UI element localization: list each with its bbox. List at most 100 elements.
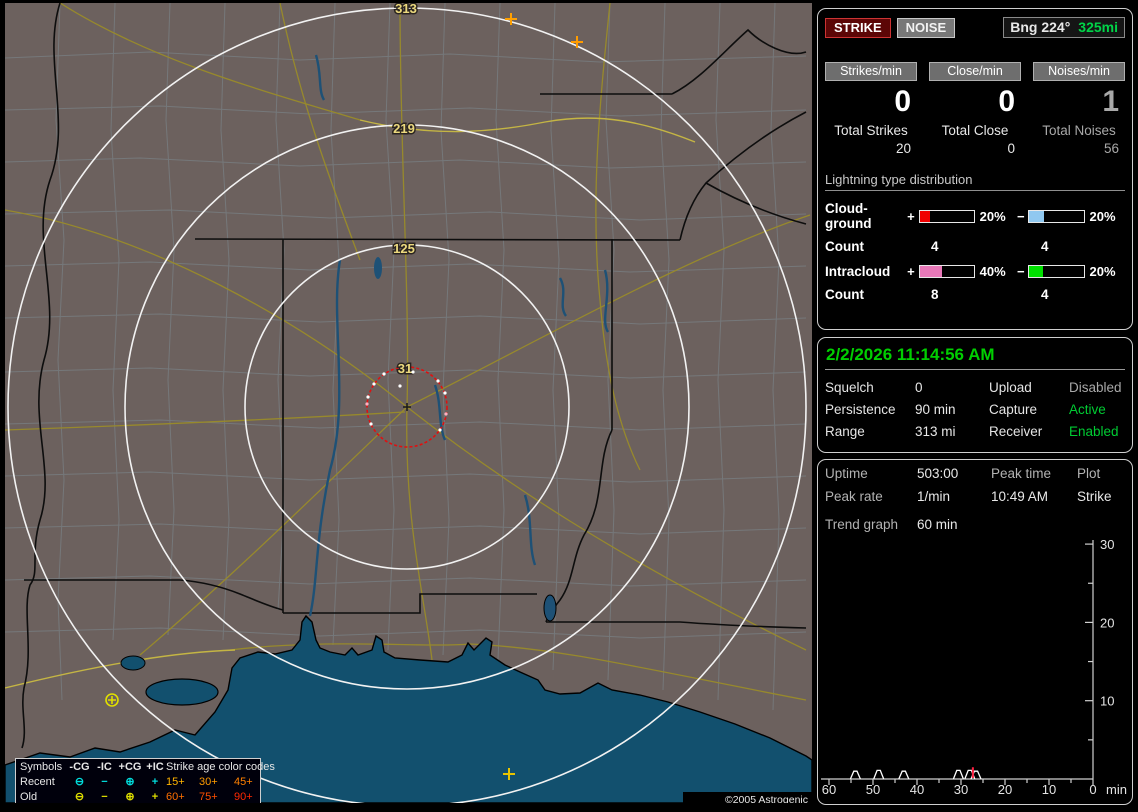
cg-negative-pct: 20% <box>1089 208 1116 224</box>
legend-col-pos-cg: +CG <box>118 761 142 773</box>
stats-panel: STRIKE NOISE Bng 224° 325mi Strikes/min … <box>817 8 1133 330</box>
ic-positive-pct: 40% <box>979 264 1006 279</box>
svg-text:20: 20 <box>998 782 1012 797</box>
legend-recent-row: Recent ⊖ − ⊕ + 15+ 30+ 45+ <box>20 775 260 790</box>
mode-button-row: STRIKE NOISE Bng 224° 325mi <box>825 17 1125 38</box>
ring-label-125: 125 <box>393 241 415 256</box>
rate-counters: Strikes/min 0 Total Strikes 20 Close/min… <box>825 62 1125 156</box>
ic-negative-count: 4 <box>1041 287 1049 302</box>
status-grid: Squelch 0 Upload Disabled Persistence 90… <box>825 380 1125 439</box>
sidebar: STRIKE NOISE Bng 224° 325mi Strikes/min … <box>817 8 1133 805</box>
ic-negative-pct: 20% <box>1089 264 1116 279</box>
ic-positive-count: 8 <box>931 287 939 302</box>
noises-per-min-label: Noises/min <box>1033 62 1125 81</box>
lake-seminole <box>543 594 557 622</box>
ring-label-31: 31 <box>398 361 412 376</box>
plus-sign: + <box>907 264 915 279</box>
cg-positive-count: 4 <box>931 239 939 254</box>
cg-positive-bar <box>918 209 975 223</box>
status-panel: 2/2/2026 11:14:56 AM Squelch 0 Upload Di… <box>817 337 1133 453</box>
legend-age-header: Strike age color codes <box>166 761 275 773</box>
plus-sign: + <box>907 208 915 224</box>
persistence-label: Persistence <box>825 402 896 417</box>
age-45: 45+ <box>234 776 253 788</box>
datetime-display: 2/2/2026 11:14:56 AM <box>825 343 1125 370</box>
ring-label-219: 219 <box>393 121 415 136</box>
svg-text:30: 30 <box>1100 537 1114 552</box>
cg-positive-pct: 20% <box>979 208 1006 224</box>
range-label: Range <box>825 424 865 439</box>
map-legend: Symbols -CG -IC +CG +IC Strike age color… <box>15 758 275 803</box>
legend-header-row: Symbols -CG -IC +CG +IC Strike age color… <box>20 760 275 775</box>
legend-col-neg-ic: -IC <box>97 761 112 773</box>
counter-noises: Noises/min 1 Total Noises 56 <box>1033 62 1125 156</box>
strikes-per-min-value: 0 <box>894 85 911 118</box>
squelch-label: Squelch <box>825 380 874 395</box>
close-per-min-label: Close/min <box>929 62 1021 81</box>
age-75: 75+ <box>199 791 218 803</box>
plus-icon: + <box>151 776 159 788</box>
cloud-ground-row: Cloud-ground + 20% − 20% <box>825 201 1125 231</box>
capture-label: Capture <box>989 402 1038 417</box>
receiver-label: Receiver <box>989 424 1043 439</box>
noises-per-min-value: 1 <box>1102 85 1119 118</box>
upload-status: Disabled <box>1069 380 1122 395</box>
reservoir <box>374 257 382 279</box>
ic-positive-bar <box>918 265 975 278</box>
intracloud-label: Intracloud <box>825 264 891 279</box>
legend-recent-label: Recent <box>20 776 55 788</box>
total-noises-value: 56 <box>1103 141 1119 156</box>
ic-negative-bar <box>1028 265 1085 278</box>
minus-sign: − <box>1016 208 1025 224</box>
cg-negative-bar <box>1028 209 1085 223</box>
minus-sign: − <box>1016 264 1025 279</box>
lightning-map[interactable]: 313 219 125 31 Symbols -CG -IC +CG +IC S… <box>5 3 812 803</box>
minus-icon: − <box>101 776 108 788</box>
distribution-title: Lightning type distribution <box>825 172 1125 191</box>
svg-text:10: 10 <box>1100 694 1114 709</box>
circled-plus-icon: ⊕ <box>125 776 135 788</box>
trend-panel: Uptime 503:00 Peak time Plot Peak rate 1… <box>817 459 1133 805</box>
svg-text:min: min <box>1106 782 1127 797</box>
circled-minus-icon: ⊖ <box>74 776 85 788</box>
svg-text:10: 10 <box>1042 782 1056 797</box>
receiver-status: Enabled <box>1069 424 1119 439</box>
bearing-readout: Bng 224° 325mi <box>1003 17 1125 38</box>
age-30: 30+ <box>199 776 218 788</box>
close-per-min-value: 0 <box>998 85 1015 118</box>
total-noises-label: Total Noises <box>1042 123 1116 138</box>
svg-text:40: 40 <box>910 782 924 797</box>
age-15: 15+ <box>166 776 185 788</box>
legend-col-pos-ic: +IC <box>146 761 164 773</box>
minus-icon: − <box>101 791 108 803</box>
bearing-value: Bng 224° <box>1010 19 1071 35</box>
app-window: { "map": { "ring_labels": ["313", "219",… <box>0 0 1138 812</box>
age-60: 60+ <box>166 791 185 803</box>
noise-mode-button[interactable]: NOISE <box>896 17 956 38</box>
trend-graph-chart: 60 50 40 30 20 10 0 30 20 10 min <box>821 537 1127 797</box>
legend-symbols-header: Symbols <box>20 761 63 773</box>
svg-text:50: 50 <box>866 782 880 797</box>
plus-icon: + <box>151 791 159 803</box>
total-close-value: 0 <box>1007 141 1015 156</box>
range-value: 313 mi <box>915 424 956 439</box>
strike-mode-button[interactable]: STRIKE <box>825 17 891 38</box>
lake-pontchartrain <box>145 678 219 706</box>
counter-strikes: Strikes/min 0 Total Strikes 20 <box>825 62 917 156</box>
upload-label: Upload <box>989 380 1032 395</box>
total-strikes-value: 20 <box>895 141 911 156</box>
svg-text:60: 60 <box>822 782 836 797</box>
age-90: 90+ <box>234 791 253 803</box>
strikes-per-min-label: Strikes/min <box>825 62 917 81</box>
legend-old-label: Old <box>20 791 38 803</box>
total-strikes-label: Total Strikes <box>834 123 908 138</box>
ring-label-313: 313 <box>395 3 417 16</box>
lake-maurepas <box>120 655 146 671</box>
total-close-label: Total Close <box>941 123 1009 138</box>
circled-minus-icon: ⊖ <box>74 791 85 803</box>
cg-negative-count: 4 <box>1041 239 1049 254</box>
bearing-range: 325mi <box>1078 19 1118 35</box>
intracloud-row: Intracloud + 40% − 20% <box>825 264 1125 279</box>
copyright-bar: ©2005 Astrogenic Systems <box>683 792 812 803</box>
cloud-ground-label: Cloud-ground <box>825 201 872 231</box>
